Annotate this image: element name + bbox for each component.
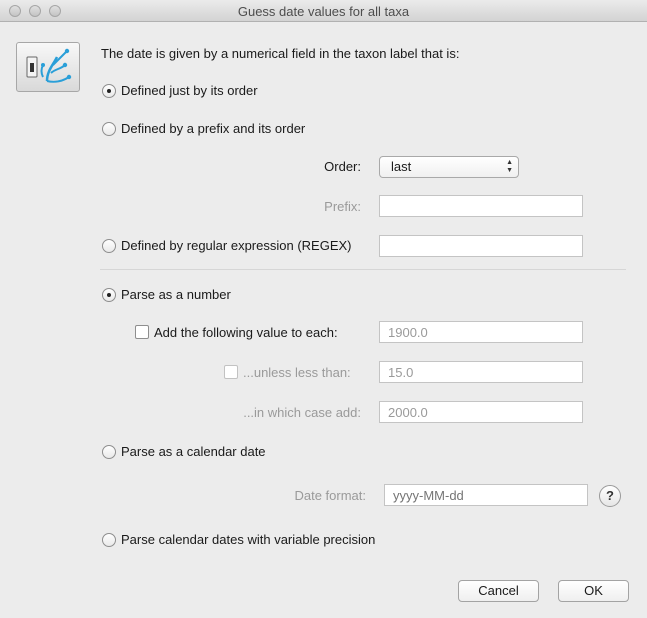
radio-defined-by-regex-label[interactable]: Defined by regular expression (REGEX): [121, 238, 352, 254]
prefix-input[interactable]: [379, 195, 583, 217]
up-down-arrows-icon: ▲ ▼: [506, 159, 513, 174]
help-icon[interactable]: ?: [599, 485, 621, 507]
cancel-button[interactable]: Cancel: [458, 580, 539, 602]
separator: [100, 269, 626, 270]
ok-button[interactable]: OK: [558, 580, 629, 602]
order-label: Order:: [324, 159, 361, 174]
dialog-instruction: The date is given by a numerical field i…: [101, 46, 460, 61]
add-value-label[interactable]: Add the following value to each:: [154, 325, 338, 341]
add-value-input[interactable]: [379, 321, 583, 343]
radio-defined-by-prefix-order-label[interactable]: Defined by a prefix and its order: [121, 121, 305, 137]
date-format-input[interactable]: [384, 484, 588, 506]
unless-less-than-input[interactable]: [379, 361, 583, 383]
in-which-case-label: ...in which case add:: [243, 405, 361, 420]
add-value-checkbox[interactable]: [135, 325, 149, 339]
radio-parse-calendar-date[interactable]: [102, 445, 116, 459]
radio-parse-calendar-date-label[interactable]: Parse as a calendar date: [121, 444, 266, 460]
radio-defined-by-order[interactable]: [102, 84, 116, 98]
unless-less-than-label: ...unless less than:: [243, 365, 351, 380]
taxa-tree-icon: [26, 48, 72, 83]
regex-input[interactable]: [379, 235, 583, 257]
unless-less-than-checkbox[interactable]: [224, 365, 238, 379]
order-select-value: last: [391, 159, 412, 174]
radio-parse-variable-precision[interactable]: [102, 533, 116, 547]
radio-defined-by-order-label[interactable]: Defined just by its order: [121, 83, 258, 99]
radio-parse-as-number[interactable]: [102, 288, 116, 302]
radio-defined-by-prefix-order[interactable]: [102, 122, 116, 136]
order-select[interactable]: last ▲ ▼: [379, 156, 519, 178]
radio-parse-as-number-label[interactable]: Parse as a number: [121, 287, 231, 303]
app-icon: [16, 42, 80, 92]
radio-parse-variable-precision-label[interactable]: Parse calendar dates with variable preci…: [121, 532, 375, 548]
date-format-label: Date format:: [294, 488, 366, 503]
title-bar: Guess date values for all taxa: [0, 0, 647, 22]
prefix-label: Prefix:: [324, 199, 361, 214]
radio-defined-by-regex[interactable]: [102, 239, 116, 253]
window-title: Guess date values for all taxa: [237, 4, 410, 19]
in-which-case-input[interactable]: [379, 401, 583, 423]
